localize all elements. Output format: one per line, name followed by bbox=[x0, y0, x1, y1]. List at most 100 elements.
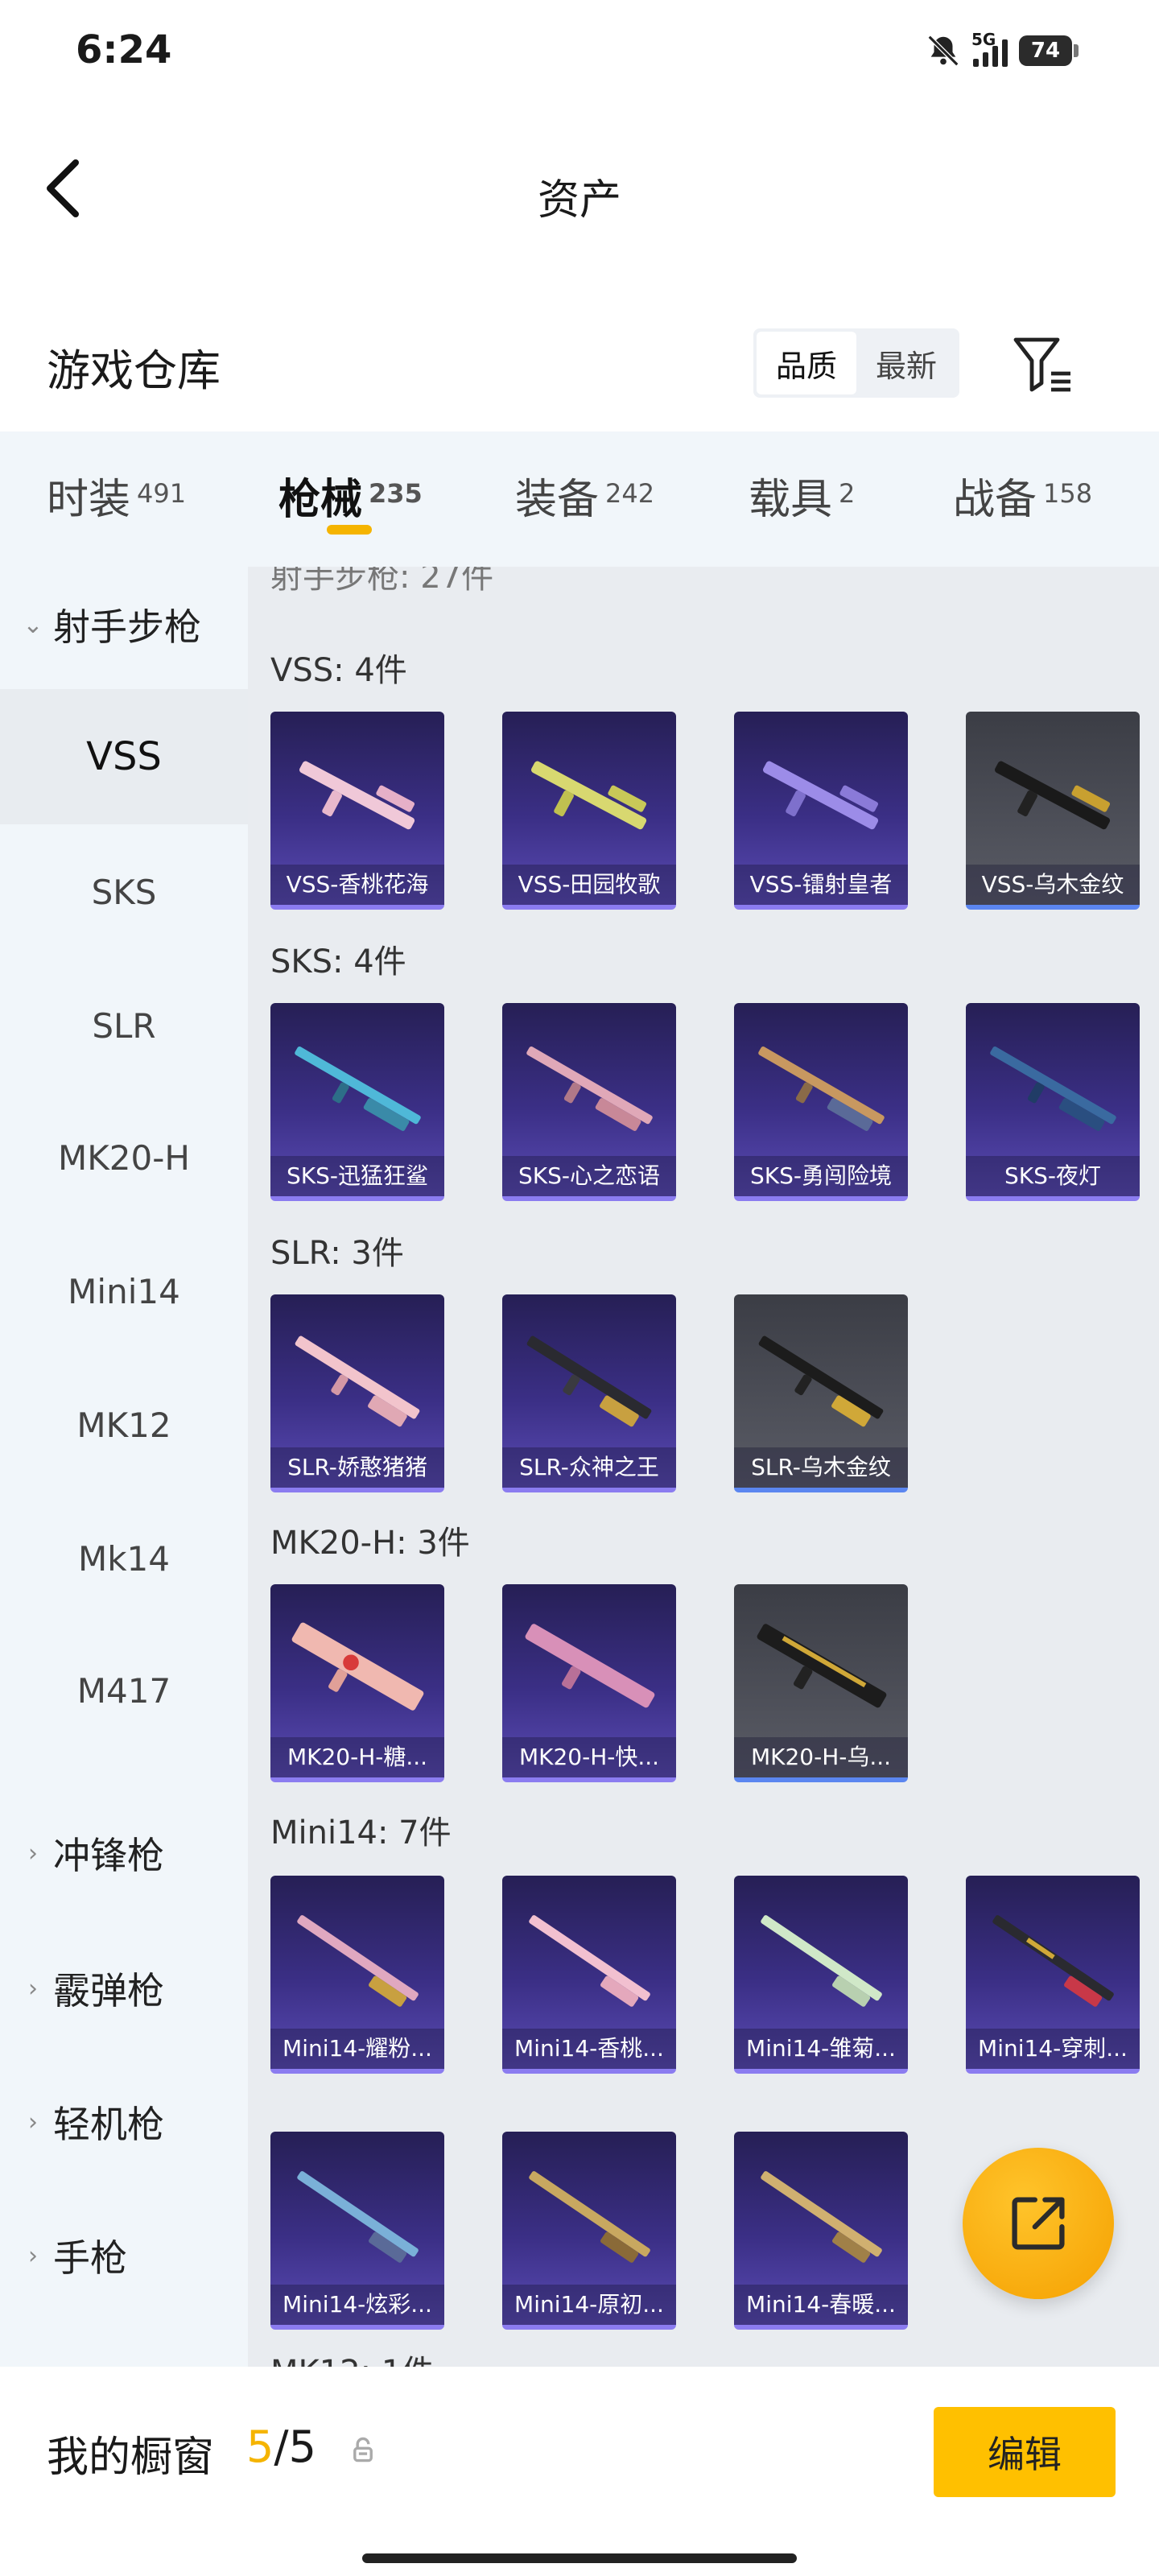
rifle-icon bbox=[526, 1046, 653, 1131]
weapon-card[interactable]: MK20-H-快... bbox=[502, 1584, 676, 1782]
sidebar-item-mk14[interactable]: Mk14 bbox=[0, 1491, 248, 1626]
weapon-card[interactable]: Mini14-春暖... bbox=[734, 2132, 908, 2330]
weapon-card[interactable]: Mini14-耀粉... bbox=[270, 1876, 444, 2074]
weapon-card[interactable]: VSS-香桃花海 bbox=[270, 712, 444, 910]
home-indicator bbox=[362, 2553, 797, 2563]
rifle-icon bbox=[995, 761, 1111, 830]
sidebar-group-shotgun[interactable]: › 霰弹枪 bbox=[0, 1948, 248, 2029]
section-title-sks: SKS: 4件 bbox=[270, 943, 406, 980]
weapon-card[interactable]: SLR-娇憨猪猪 bbox=[270, 1294, 444, 1492]
weapon-card[interactable]: VSS-乌木金纹 bbox=[966, 712, 1140, 910]
rifle-icon bbox=[525, 1624, 655, 1708]
sidebar-item-vss[interactable]: VSS bbox=[0, 689, 248, 824]
rifle-icon bbox=[295, 1046, 421, 1131]
weapon-card[interactable]: SLR-乌木金纹 bbox=[734, 1294, 908, 1492]
weapon-card[interactable]: MK20-H-糖... bbox=[270, 1584, 444, 1782]
sort-toggle: 品质 最新 bbox=[753, 328, 959, 398]
rifle-icon bbox=[990, 1046, 1116, 1131]
network-type: 5G bbox=[971, 30, 996, 49]
weapon-card[interactable]: SLR-众神之王 bbox=[502, 1294, 676, 1492]
weapon-card[interactable]: Mini14-穿刺... bbox=[966, 1876, 1140, 2074]
rifle-icon bbox=[529, 1915, 650, 2007]
weapon-type-sidebar: ⌄ 射手步枪 VSS SKS SLR MK20-H Mini14 MK12 Mk1… bbox=[0, 567, 248, 2367]
battery-icon: 74 bbox=[1019, 35, 1079, 66]
sidebar-group-lmg[interactable]: › 轻机枪 bbox=[0, 2082, 248, 2162]
weapon-card[interactable]: Mini14-香桃... bbox=[502, 1876, 676, 2074]
lock-icon bbox=[353, 2437, 373, 2462]
warehouse-header: 游戏仓库 品质 最新 bbox=[0, 322, 1159, 427]
weapon-card[interactable]: VSS-田园牧歌 bbox=[502, 712, 676, 910]
rifle-icon bbox=[761, 2171, 882, 2263]
sidebar-item-sks[interactable]: SKS bbox=[0, 824, 248, 960]
rifle-icon bbox=[297, 1915, 419, 2007]
sidebar-item-mk12[interactable]: MK12 bbox=[0, 1357, 248, 1492]
chevron-right-icon: › bbox=[28, 2107, 38, 2136]
active-tab-indicator bbox=[327, 525, 372, 535]
section-title-partial: 射手步枪: 27件 bbox=[270, 567, 494, 596]
section-title-mini14: Mini14: 7件 bbox=[270, 1814, 452, 1852]
signal-icon: 5G bbox=[971, 30, 1008, 67]
rifle-icon bbox=[529, 2171, 650, 2263]
showcase-bar: 我的橱窗 5/5 编辑 bbox=[0, 2367, 1159, 2576]
tab-vehicles[interactable]: 载具 2 bbox=[749, 465, 855, 526]
chevron-right-icon: › bbox=[28, 1974, 38, 2003]
weapon-card[interactable]: Mini14-炫彩... bbox=[270, 2132, 444, 2330]
weapon-card[interactable]: MK20-H-乌... bbox=[734, 1584, 908, 1782]
sidebar-item-slr[interactable]: SLR bbox=[0, 958, 248, 1093]
weapon-card[interactable]: SKS-心之恋语 bbox=[502, 1003, 676, 1201]
sidebar-item-mk20h[interactable]: MK20-H bbox=[0, 1090, 248, 1225]
category-tabs: 时装 491 枪械 235 装备 242 载具 2 战备 158 bbox=[0, 431, 1159, 567]
status-time: 6:24 bbox=[76, 27, 172, 72]
tab-supplies[interactable]: 战备 158 bbox=[953, 465, 1092, 526]
rifle-icon bbox=[757, 1624, 887, 1708]
open-external-button[interactable] bbox=[963, 2148, 1114, 2299]
tab-equipment[interactable]: 装备 242 bbox=[515, 465, 654, 526]
filter-icon[interactable] bbox=[1011, 335, 1075, 396]
rifle-icon bbox=[758, 1046, 885, 1131]
warehouse-title: 游戏仓库 bbox=[47, 345, 221, 396]
status-icons: 5G 74 bbox=[925, 30, 1079, 69]
weapon-grid: 射手步枪: 27件 VSS: 4件 VSS-香桃花海 VSS-田园牧歌 VSS-… bbox=[248, 567, 1159, 2367]
weapon-card[interactable]: SKS-勇闯险境 bbox=[734, 1003, 908, 1201]
rifle-icon bbox=[295, 1335, 420, 1427]
rifle-icon bbox=[992, 1915, 1114, 2007]
weapon-card[interactable]: SKS-迅猛狂鲨 bbox=[270, 1003, 444, 1201]
tab-firearms[interactable]: 枪械 235 bbox=[278, 465, 423, 535]
sidebar-item-mini14[interactable]: Mini14 bbox=[0, 1224, 248, 1359]
rifle-icon bbox=[758, 1335, 884, 1427]
section-title-slr: SLR: 3件 bbox=[270, 1235, 404, 1272]
rifle-icon bbox=[299, 761, 415, 830]
sidebar-group-smg[interactable]: › 冲锋枪 bbox=[0, 1813, 248, 1893]
battery-level: 74 bbox=[1019, 35, 1072, 66]
weapon-card[interactable]: Mini14-雏菊... bbox=[734, 1876, 908, 2074]
tab-fashion[interactable]: 时装 491 bbox=[47, 465, 186, 526]
sidebar-item-m417[interactable]: M417 bbox=[0, 1623, 248, 1758]
section-title-vss: VSS: 4件 bbox=[270, 652, 407, 689]
chevron-right-icon: › bbox=[28, 2241, 38, 2270]
chevron-right-icon: › bbox=[28, 1839, 38, 1868]
rifle-icon bbox=[526, 1335, 652, 1427]
sidebar-group-pistol[interactable]: › 手枪 bbox=[0, 2215, 248, 2296]
mute-bell-icon bbox=[927, 35, 959, 67]
section-title-partial: MK12: 1件 bbox=[270, 2346, 434, 2367]
rifle-icon bbox=[291, 1622, 424, 1711]
rifle-icon bbox=[763, 761, 879, 830]
external-link-icon bbox=[1012, 2197, 1065, 2250]
edit-button[interactable]: 编辑 bbox=[934, 2407, 1116, 2497]
rifle-icon bbox=[297, 2171, 419, 2263]
weapon-card[interactable]: VSS-镭射皇者 bbox=[734, 712, 908, 910]
page-title: 资产 bbox=[537, 176, 621, 225]
sort-quality-button[interactable]: 品质 bbox=[757, 332, 856, 394]
showcase-label: 我的橱窗 bbox=[47, 2434, 215, 2482]
section-title-mk20h: MK20-H: 3件 bbox=[270, 1525, 470, 1562]
rifle-icon bbox=[761, 1915, 882, 2007]
rifle-icon bbox=[531, 761, 647, 830]
sidebar-group-marksman[interactable]: ⌄ 射手步枪 bbox=[0, 584, 248, 665]
status-bar: 6:24 5G 74 bbox=[0, 0, 1159, 105]
weapon-card[interactable]: SKS-夜灯 bbox=[966, 1003, 1140, 1201]
sort-newest-button[interactable]: 最新 bbox=[856, 332, 956, 394]
chevron-down-icon: ⌄ bbox=[23, 610, 43, 639]
showcase-count: 5/5 bbox=[246, 2421, 316, 2472]
top-app-bar: 资产 bbox=[0, 121, 1159, 258]
weapon-card[interactable]: Mini14-原初... bbox=[502, 2132, 676, 2330]
